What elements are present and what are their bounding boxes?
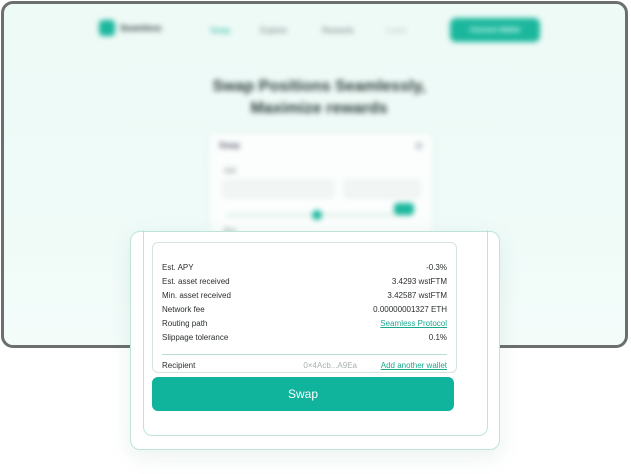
detail-row-routing-path: Routing path Seamless Protocol <box>162 317 447 331</box>
brand-logo[interactable]: Seamless <box>99 20 162 36</box>
detail-label: Routing path <box>162 319 208 328</box>
transaction-details: Est. APY -0.3% Est. asset received 3.429… <box>152 242 457 373</box>
sell-label: Sell <box>224 168 236 175</box>
detail-label: Slippage tolerance <box>162 333 229 342</box>
connect-wallet-button[interactable]: Connect Wallet <box>450 18 540 42</box>
add-another-wallet-link[interactable]: Add another wallet <box>381 361 447 370</box>
detail-value: 0.00000001327 ETH <box>373 305 447 314</box>
settings-gear-icon[interactable]: ⚙ <box>415 141 423 152</box>
top-nav: Seamless Swap Explore Rewards Learn Conn… <box>4 16 625 46</box>
hero-line-2: Maximize rewards <box>250 100 388 117</box>
detail-value: 0.1% <box>428 333 447 342</box>
brand-name: Seamless <box>120 23 162 33</box>
sell-token-select[interactable] <box>344 180 420 198</box>
detail-label: Est. APY <box>162 263 194 272</box>
brand-logo-icon <box>99 20 115 36</box>
hero-line-1: Swap Positions Seamlessly, <box>212 78 426 95</box>
nav-item-swap[interactable]: Swap <box>210 26 230 35</box>
nav-item-explore[interactable]: Explore <box>260 26 287 35</box>
detail-label: Network fee <box>162 305 205 314</box>
hero-heading: Swap Positions Seamlessly, Maximize rewa… <box>154 76 484 120</box>
swap-card-title: Swap <box>219 141 240 150</box>
sell-amount-input[interactable] <box>222 180 334 198</box>
recipient-address: 0×4Acb...A9Ea <box>303 361 357 370</box>
detail-label: Min. asset received <box>162 291 231 300</box>
details-divider <box>162 354 447 355</box>
detail-label: Est. asset received <box>162 277 230 286</box>
recipient-row: Recipient 0×4Acb...A9Ea Add another wall… <box>162 359 447 373</box>
detail-value: 3.4293 wstFTM <box>391 277 447 286</box>
detail-value: -0.3% <box>426 263 447 272</box>
detail-row-slippage-tolerance: Slippage tolerance 0.1% <box>162 331 447 345</box>
detail-row-est-asset-received: Est. asset received 3.4293 wstFTM <box>162 275 447 289</box>
nav-item-learn[interactable]: Learn <box>386 26 406 35</box>
detail-row-min-asset-received: Min. asset received 3.42587 wstFTM <box>162 289 447 303</box>
swap-details-panel: Est. APY -0.3% Est. asset received 3.429… <box>130 230 500 450</box>
max-button[interactable] <box>394 203 414 215</box>
detail-row-network-fee: Network fee 0.00000001327 ETH <box>162 303 447 317</box>
amount-slider-handle[interactable] <box>312 210 322 220</box>
detail-row-est-apy: Est. APY -0.3% <box>162 261 447 275</box>
nav-item-rewards[interactable]: Rewards <box>322 26 354 35</box>
routing-path-link[interactable]: Seamless Protocol <box>380 319 447 328</box>
recipient-label: Recipient <box>162 361 196 370</box>
detail-value: 3.42587 wstFTM <box>387 291 447 300</box>
swap-button[interactable]: Swap <box>152 377 454 411</box>
